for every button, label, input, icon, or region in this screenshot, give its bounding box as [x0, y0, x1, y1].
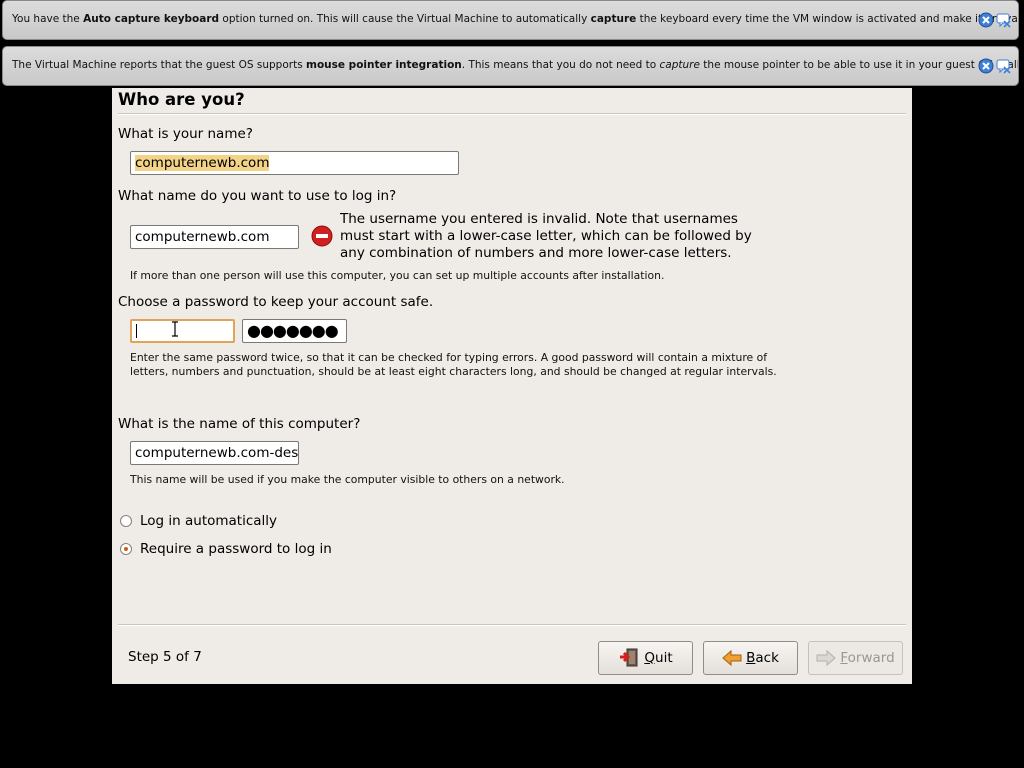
radio-label: Require a password to log in — [140, 541, 332, 557]
radio-login-automatically[interactable]: Log in automatically — [120, 513, 277, 529]
password-hint: Enter the same password twice, so that i… — [130, 351, 777, 378]
keyboard-capture-message: You have the Auto capture keyboard optio… — [12, 13, 1019, 25]
name-label: What is your name? — [118, 126, 253, 142]
password-label: Choose a password to keep your account s… — [118, 294, 434, 310]
quit-door-icon — [620, 648, 638, 667]
username-error-message: The username you entered is invalid. Not… — [340, 211, 752, 261]
quit-button[interactable]: Quit — [598, 641, 693, 675]
title-divider — [118, 113, 906, 115]
page-title: Who are you? — [118, 90, 245, 109]
text-cursor-icon — [171, 321, 179, 341]
computer-name-hint: This name will be used if you make the c… — [130, 473, 565, 486]
radio-button[interactable] — [120, 515, 132, 527]
text-caret — [136, 324, 137, 338]
computer-name-label: What is the name of this computer? — [118, 416, 361, 432]
mouse-integration-banner: The Virtual Machine reports that the gue… — [2, 46, 1019, 86]
radio-require-password[interactable]: Require a password to log in — [120, 541, 332, 557]
computer-name-field[interactable]: computernewb.com-desk — [130, 441, 299, 465]
confirm-password-field[interactable]: ●●●●●●● — [242, 319, 347, 343]
username-field[interactable]: computernewb.com — [130, 225, 299, 249]
back-button[interactable]: Back — [703, 641, 798, 675]
hide-message-icon[interactable] — [996, 12, 1012, 28]
forward-button[interactable]: Forward — [808, 641, 903, 675]
mouse-integration-message: The Virtual Machine reports that the gue… — [12, 59, 1019, 71]
hide-message-icon[interactable] — [996, 58, 1012, 74]
step-indicator: Step 5 of 7 — [128, 649, 202, 665]
password-field[interactable] — [130, 319, 235, 343]
radio-button-selected[interactable] — [120, 543, 132, 555]
multi-user-hint: If more than one person will use this co… — [130, 269, 665, 282]
close-icon[interactable] — [978, 58, 994, 74]
login-name-label: What name do you want to use to log in? — [118, 188, 397, 204]
keyboard-capture-banner: You have the Auto capture keyboard optio… — [2, 0, 1019, 40]
back-arrow-icon — [722, 649, 742, 667]
installer-window: Who are you? What is your name? computer… — [112, 88, 912, 684]
full-name-field[interactable]: computernewb.com — [130, 151, 459, 175]
error-no-entry-icon — [311, 225, 333, 251]
close-icon[interactable] — [978, 12, 994, 28]
forward-arrow-icon — [816, 649, 837, 667]
footer-divider — [118, 624, 906, 626]
radio-label: Log in automatically — [140, 513, 278, 529]
